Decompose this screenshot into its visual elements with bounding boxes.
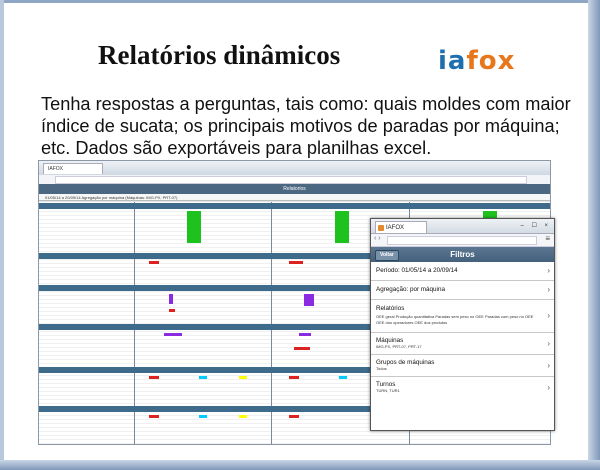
filter-header: Voltar Filtros xyxy=(371,247,554,262)
data-bar xyxy=(164,333,182,336)
slide-description: Tenha respostas a perguntas, tais como: … xyxy=(41,94,571,158)
panel-tab[interactable]: IAFOX xyxy=(375,221,427,233)
filter-row-grupos[interactable]: Grupos de máquinas Todos › xyxy=(371,355,554,377)
filter-panel: IAFOX – ☐ × ‹ › ≡ Voltar Filtros Período… xyxy=(370,218,555,431)
data-bar xyxy=(304,294,314,306)
menu-icon[interactable]: ≡ xyxy=(545,234,550,243)
filter-row-relatorios[interactable]: Relatórios OEE geral Produção quantitati… xyxy=(371,300,554,333)
panel-browser-chrome: IAFOX – ☐ × xyxy=(371,219,554,234)
filter-row-periodo[interactable]: Período: 01/05/14 a 20/09/14 › xyxy=(371,262,554,281)
panel-address-bar: ‹ › ≡ xyxy=(371,234,554,247)
data-bar xyxy=(199,415,207,418)
oee-bar xyxy=(335,211,349,243)
filter-row-turnos[interactable]: Turnos TURN, TUR1 › xyxy=(371,377,554,399)
chevron-right-icon: › xyxy=(547,360,550,370)
data-bar xyxy=(169,294,173,304)
browser-tab[interactable]: IAFOX xyxy=(43,163,103,174)
chevron-right-icon: › xyxy=(547,383,550,392)
browser-chrome: IAFOX xyxy=(39,161,550,176)
filter-row-agregacao[interactable]: Agregação: por máquina › xyxy=(371,281,554,300)
chevron-right-icon: › xyxy=(547,285,550,294)
frame-left-border xyxy=(0,0,4,470)
filter-row-maquinas[interactable]: Máquinas IMG-PX, PRT-07, PRT-17 › xyxy=(371,333,554,355)
address-input[interactable] xyxy=(55,176,527,184)
data-bar xyxy=(239,415,247,418)
data-bar xyxy=(339,376,347,379)
data-bar xyxy=(289,415,299,418)
data-bar xyxy=(149,376,159,379)
data-bar xyxy=(149,415,159,418)
frame-top-border xyxy=(0,0,600,3)
data-bar xyxy=(299,333,311,336)
iafox-tab-icon xyxy=(378,225,384,231)
panel-address-input[interactable] xyxy=(387,236,537,245)
frame-bottom-border xyxy=(0,460,600,470)
data-bar xyxy=(289,376,299,379)
data-bar xyxy=(169,309,175,312)
data-bar xyxy=(289,261,303,264)
slide-title: Relatórios dinâmicos xyxy=(98,40,341,70)
data-bar xyxy=(199,376,207,379)
chevron-right-icon: › xyxy=(547,311,550,320)
data-bar xyxy=(149,261,159,264)
chevron-right-icon: › xyxy=(547,338,550,348)
frame-right-border xyxy=(588,0,600,470)
section-header-oee-geral xyxy=(39,203,550,209)
back-button[interactable]: Voltar xyxy=(375,250,399,261)
iafox-logo: iafox xyxy=(438,46,516,76)
data-bar xyxy=(239,376,247,379)
window-controls-icon[interactable]: – ☐ × xyxy=(520,222,551,229)
chevron-right-icon: › xyxy=(547,266,550,275)
filter-title: Filtros xyxy=(450,250,475,259)
data-bar xyxy=(294,347,310,350)
oee-bar xyxy=(187,211,201,243)
app-header: Relatorios xyxy=(39,184,550,194)
back-arrow-icon[interactable]: ‹ › xyxy=(374,235,381,242)
report-subheader: 01/05/14 a 20/09/14 Agregação por máquin… xyxy=(39,194,550,201)
